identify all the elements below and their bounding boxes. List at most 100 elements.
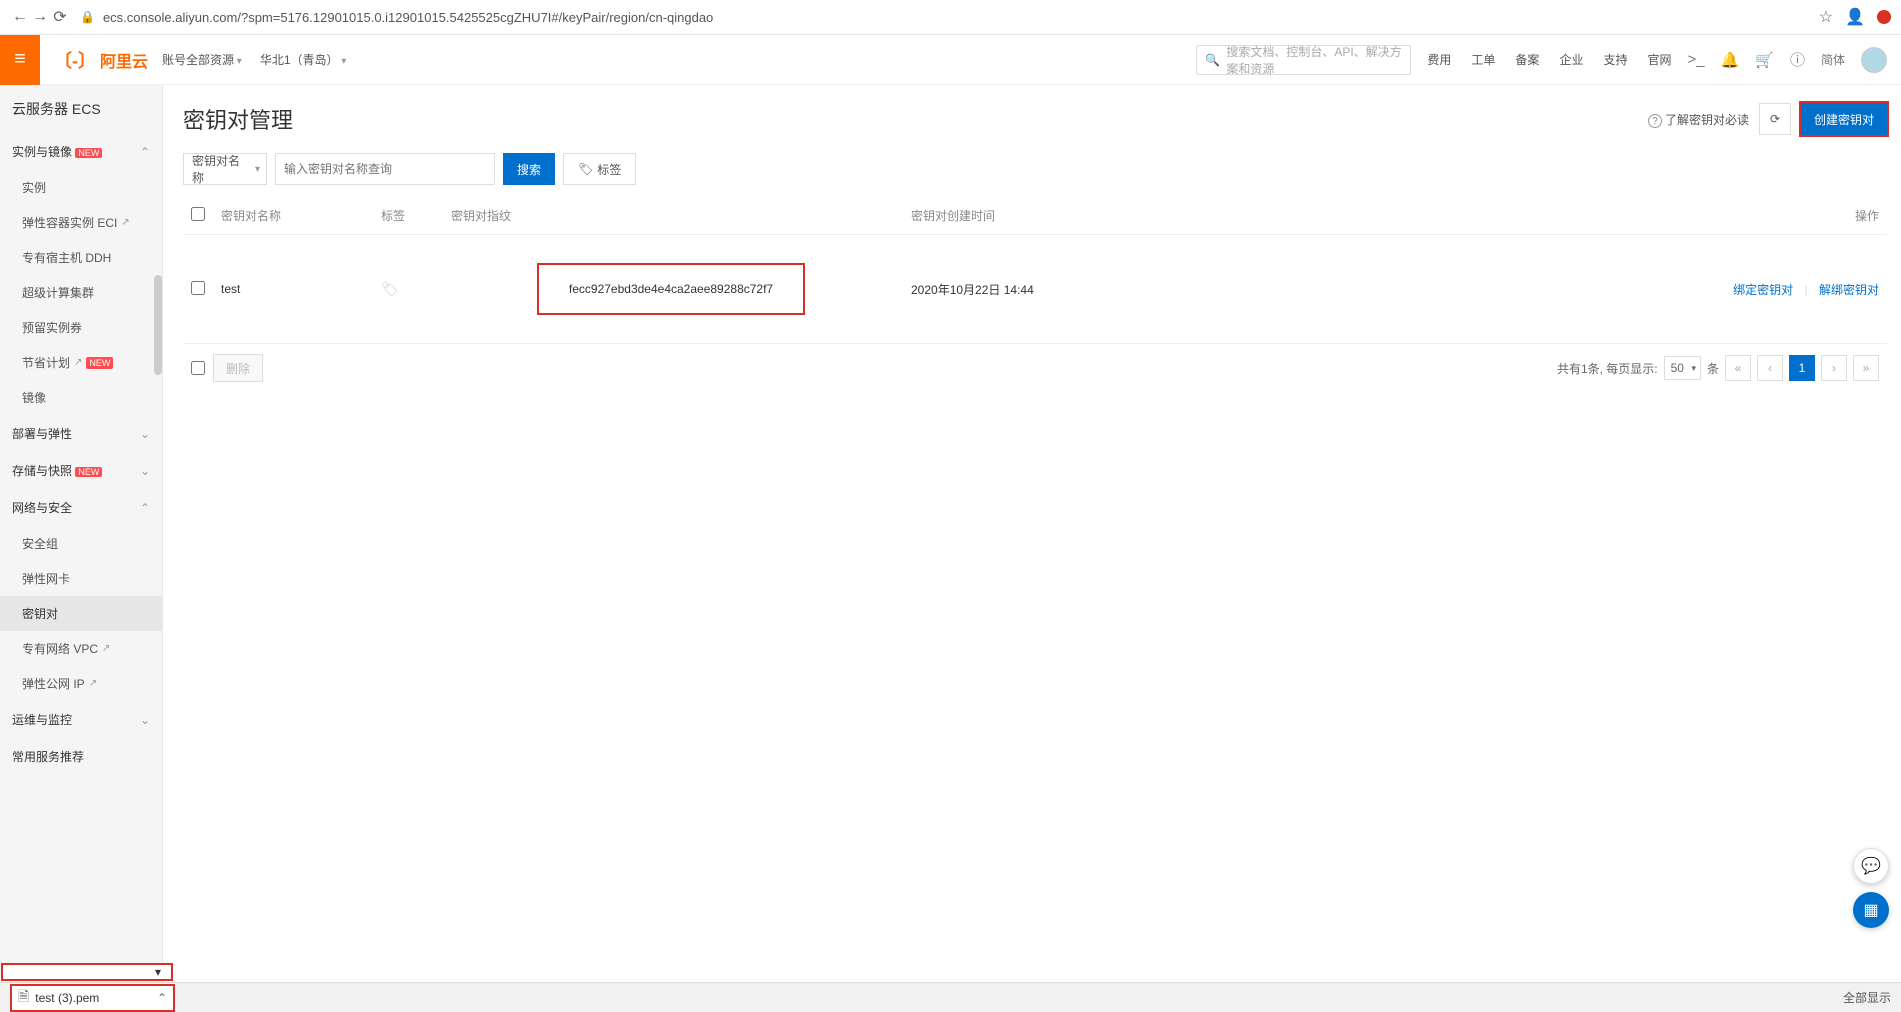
nav-billing[interactable]: 费用 bbox=[1427, 51, 1451, 68]
sidebar-group-deploy[interactable]: 部署与弹性⌄ bbox=[0, 415, 162, 452]
search-button[interactable]: 搜索 bbox=[503, 153, 555, 185]
notification-icon[interactable]: 🔔 bbox=[1721, 51, 1740, 69]
page-current[interactable]: 1 bbox=[1789, 355, 1815, 381]
chevron-down-icon: ⌄ bbox=[140, 713, 150, 727]
sidebar-item-eci[interactable]: 弹性容器实例 ECI↗ bbox=[0, 205, 162, 240]
sidebar-group-recommend[interactable]: 常用服务推荐 bbox=[0, 738, 162, 775]
tag-button[interactable]: 🏷标签 bbox=[563, 153, 636, 185]
new-badge: NEW bbox=[86, 357, 113, 369]
sidebar-item-instance[interactable]: 实例 bbox=[0, 170, 162, 205]
chevron-up-icon: ⌃ bbox=[140, 501, 150, 515]
sidebar-item-vpc[interactable]: 专有网络 VPC↗ bbox=[0, 631, 162, 666]
account-dropdown[interactable]: 账号全部资源 bbox=[162, 51, 242, 68]
nav-support[interactable]: 支持 bbox=[1603, 51, 1627, 68]
help-icon[interactable]: ⓘ bbox=[1790, 49, 1805, 70]
sidebar-group-instance[interactable]: 实例与镜像 NEW ⌃ bbox=[0, 133, 162, 170]
filter-select[interactable]: 密钥对名称 bbox=[183, 153, 267, 185]
sidebar-item-ddh[interactable]: 专有宿主机 DDH bbox=[0, 240, 162, 275]
page-first[interactable]: « bbox=[1725, 355, 1751, 381]
sidebar-group-network[interactable]: 网络与安全⌃ bbox=[0, 489, 162, 526]
logo[interactable]: 〔-〕 阿里云 bbox=[54, 47, 148, 73]
sidebar-group-storage[interactable]: 存储与快照 NEW ⌄ bbox=[0, 452, 162, 489]
pagination: 共有1条, 每页显示: 50 条 « ‹ 1 › » bbox=[1557, 355, 1879, 381]
col-tag: 标签 bbox=[381, 207, 451, 224]
tag-icon: 🏷 bbox=[578, 162, 593, 176]
browser-back[interactable]: ← bbox=[10, 8, 30, 26]
scrollbar[interactable] bbox=[154, 275, 162, 375]
checkbox-footer[interactable] bbox=[191, 361, 205, 375]
page-last[interactable]: » bbox=[1853, 355, 1879, 381]
cloudshell-icon[interactable]: >_ bbox=[1687, 51, 1704, 68]
global-search[interactable]: 🔍 搜索文档、控制台、API、解决方案和资源 bbox=[1196, 45, 1411, 75]
unbind-link[interactable]: 解绑密钥对 bbox=[1819, 283, 1879, 297]
sidebar-item-eip[interactable]: 弹性公网 IP↗ bbox=[0, 666, 162, 701]
logo-text: 阿里云 bbox=[100, 48, 148, 72]
region-dropdown[interactable]: 华北1（青岛） bbox=[260, 51, 347, 68]
avatar[interactable] bbox=[1861, 47, 1887, 73]
hamburger-menu[interactable]: ≡ bbox=[0, 35, 40, 85]
nav-ticket[interactable]: 工单 bbox=[1471, 51, 1495, 68]
toolbar: 密钥对名称 搜索 🏷标签 bbox=[183, 153, 1887, 185]
download-dropdown[interactable]: ▾ bbox=[1, 963, 173, 981]
bind-link[interactable]: 绑定密钥对 bbox=[1733, 283, 1793, 297]
col-fingerprint: 密钥对指纹 bbox=[451, 207, 891, 224]
filter-input[interactable] bbox=[275, 153, 495, 185]
chevron-down-icon: ⌄ bbox=[140, 464, 150, 478]
page-size-select[interactable]: 50 bbox=[1664, 356, 1701, 380]
sidebar-item-scc[interactable]: 超级计算集群 bbox=[0, 275, 162, 310]
table-header: 密钥对名称 标签 密钥对指纹 密钥对创建时间 操作 bbox=[183, 197, 1887, 235]
sidebar-item-reserved[interactable]: 预留实例券 bbox=[0, 310, 162, 345]
page-prev[interactable]: ‹ bbox=[1757, 355, 1783, 381]
chevron-up-icon: ⌃ bbox=[140, 145, 150, 159]
download-item[interactable]: 🗎 test (3).pem ⌃ bbox=[10, 984, 175, 1012]
external-icon: ↗ bbox=[89, 678, 97, 689]
sidebar-item-secgroup[interactable]: 安全组 bbox=[0, 526, 162, 561]
new-badge: NEW bbox=[75, 148, 102, 158]
checkbox-all[interactable] bbox=[191, 207, 205, 221]
cell-time: 2020年10月22日 14:44 bbox=[891, 281, 1321, 298]
page-unit: 条 bbox=[1707, 360, 1719, 377]
sidebar-item-image[interactable]: 镜像 bbox=[0, 380, 162, 415]
col-time: 密钥对创建时间 bbox=[891, 207, 1321, 224]
sidebar-item-eni[interactable]: 弹性网卡 bbox=[0, 561, 162, 596]
star-icon[interactable]: ☆ bbox=[1819, 7, 1833, 27]
lang-switch[interactable]: 简体 bbox=[1821, 51, 1845, 68]
profile-icon[interactable]: 👤 bbox=[1845, 7, 1865, 27]
file-icon: 🗎 bbox=[18, 986, 29, 1010]
browser-reload[interactable]: ⟳ bbox=[50, 7, 70, 27]
checkbox-row[interactable] bbox=[191, 281, 205, 295]
page-next[interactable]: › bbox=[1821, 355, 1847, 381]
chevron-down-icon: ⌄ bbox=[140, 427, 150, 441]
extension-icon[interactable] bbox=[1877, 10, 1891, 24]
sidebar-group-ops[interactable]: 运维与监控⌄ bbox=[0, 701, 162, 738]
refresh-button[interactable]: ⟳ bbox=[1759, 103, 1791, 135]
table-row: test 🏷 fecc927ebd3de4e4ca2aee89288c72f7 … bbox=[183, 235, 1887, 344]
nav-site[interactable]: 官网 bbox=[1647, 51, 1671, 68]
sidebar-item-savings[interactable]: 节省计划↗ NEW bbox=[0, 345, 162, 380]
browser-forward[interactable]: → bbox=[30, 8, 50, 26]
chevron-up-icon: ⌃ bbox=[157, 991, 167, 1005]
sidebar-title[interactable]: 云服务器 ECS bbox=[0, 85, 162, 133]
sidebar-item-keypair[interactable]: 密钥对 bbox=[0, 596, 162, 631]
logo-icon: 〔-〕 bbox=[54, 47, 96, 73]
table-footer: 删除 共有1条, 每页显示: 50 条 « ‹ 1 › » bbox=[183, 344, 1887, 392]
external-icon: ↗ bbox=[74, 357, 82, 368]
chevron-down-icon: ▾ bbox=[155, 965, 161, 979]
tag-icon[interactable]: 🏷 bbox=[381, 281, 399, 297]
nav-icp[interactable]: 备案 bbox=[1515, 51, 1539, 68]
search-icon: 🔍 bbox=[1205, 53, 1220, 67]
chat-button[interactable]: 💬 bbox=[1853, 848, 1889, 884]
apps-button[interactable]: ▦ bbox=[1853, 892, 1889, 928]
browser-bar: ← → ⟳ 🔒 ecs.console.aliyun.com/?spm=5176… bbox=[0, 0, 1901, 35]
create-button[interactable]: 创建密钥对 bbox=[1801, 103, 1887, 135]
keypair-table: 密钥对名称 标签 密钥对指纹 密钥对创建时间 操作 test 🏷 fecc927… bbox=[183, 197, 1887, 392]
search-placeholder: 搜索文档、控制台、API、解决方案和资源 bbox=[1226, 43, 1402, 77]
nav-enterprise[interactable]: 企业 bbox=[1559, 51, 1583, 68]
download-show-all[interactable]: 全部显示 bbox=[1843, 989, 1891, 1006]
page-title: 密钥对管理 bbox=[183, 103, 293, 135]
cell-name: test bbox=[221, 282, 381, 296]
help-link[interactable]: ?了解密钥对必读 bbox=[1648, 111, 1749, 128]
delete-button[interactable]: 删除 bbox=[213, 354, 263, 382]
cart-icon[interactable]: 🛒 bbox=[1755, 51, 1774, 69]
sidebar: 云服务器 ECS 实例与镜像 NEW ⌃ 实例 弹性容器实例 ECI↗ 专有宿主… bbox=[0, 85, 163, 982]
